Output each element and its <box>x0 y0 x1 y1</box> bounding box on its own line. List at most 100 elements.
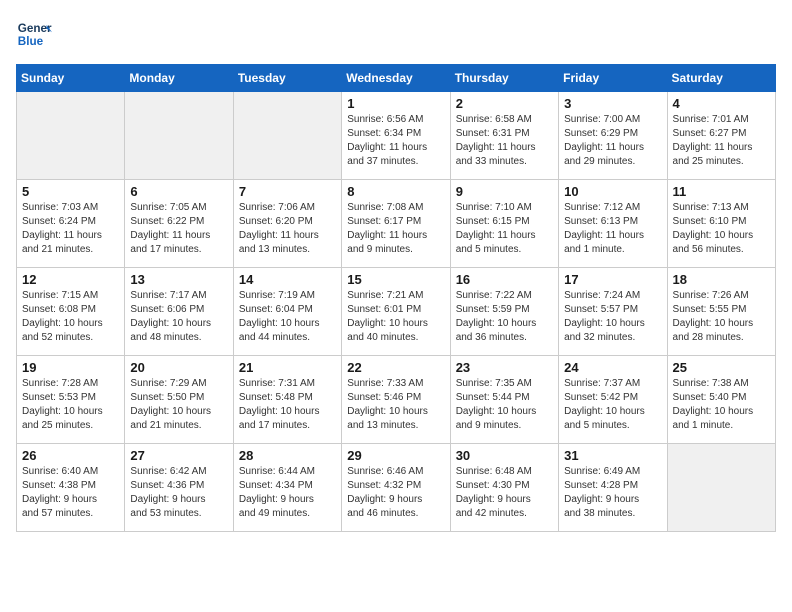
day-info: Sunrise: 7:29 AM Sunset: 5:50 PM Dayligh… <box>130 377 227 433</box>
day-number: 12 <box>22 272 119 287</box>
day-info: Sunrise: 6:44 AM Sunset: 4:34 PM Dayligh… <box>239 465 336 521</box>
day-cell: 28 Sunrise: 6:44 AM Sunset: 4:34 PM Dayli… <box>233 444 341 532</box>
day-cell: 7 Sunrise: 7:06 AM Sunset: 6:20 PM Daylig… <box>233 180 341 268</box>
day-info: Sunrise: 6:49 AM Sunset: 4:28 PM Dayligh… <box>564 465 661 521</box>
weekday-header-row: SundayMondayTuesdayWednesdayThursdayFrid… <box>17 65 776 92</box>
day-info: Sunrise: 6:48 AM Sunset: 4:30 PM Dayligh… <box>456 465 553 521</box>
day-cell: 10Sunrise: 7:12 AM Sunset: 6:13 PM Dayli… <box>559 180 667 268</box>
weekday-header-thursday: Thursday <box>450 65 558 92</box>
day-info: Sunrise: 7:17 AM Sunset: 6:06 PM Dayligh… <box>130 289 227 345</box>
day-cell: 23 Sunrise: 7:35 AM Sunset: 5:44 PM Dayli… <box>450 356 558 444</box>
day-info: Sunrise: 7:31 AM Sunset: 5:48 PM Dayligh… <box>239 377 336 433</box>
day-cell: 6 Sunrise: 7:05 AM Sunset: 6:22 PM Daylig… <box>125 180 233 268</box>
day-number: 25 <box>673 360 770 375</box>
day-number: 14 <box>239 272 336 287</box>
day-cell: 24 Sunrise: 7:37 AM Sunset: 5:42 PM Dayli… <box>559 356 667 444</box>
day-cell: 27 Sunrise: 6:42 AM Sunset: 4:36 PM Dayli… <box>125 444 233 532</box>
day-info: Sunrise: 7:26 AM Sunset: 5:55 PM Dayligh… <box>673 289 770 345</box>
day-cell: 12 Sunrise: 7:15 AM Sunset: 6:08 PM Dayli… <box>17 268 125 356</box>
day-info: Sunrise: 7:21 AM Sunset: 6:01 PM Dayligh… <box>347 289 444 345</box>
day-number: 11 <box>673 184 770 199</box>
day-cell: 13 Sunrise: 7:17 AM Sunset: 6:06 PM Dayli… <box>125 268 233 356</box>
day-number: 16 <box>456 272 553 287</box>
logo-icon: General Blue <box>16 16 52 52</box>
day-info: Sunrise: 7:33 AM Sunset: 5:46 PM Dayligh… <box>347 377 444 433</box>
day-info: Sunrise: 7:38 AM Sunset: 5:40 PM Dayligh… <box>673 377 770 433</box>
day-info: Sunrise: 6:42 AM Sunset: 4:36 PM Dayligh… <box>130 465 227 521</box>
day-cell: 15 Sunrise: 7:21 AM Sunset: 6:01 PM Dayli… <box>342 268 450 356</box>
day-cell: 30 Sunrise: 6:48 AM Sunset: 4:30 PM Dayli… <box>450 444 558 532</box>
day-cell: 9 Sunrise: 7:10 AM Sunset: 6:15 PM Daylig… <box>450 180 558 268</box>
day-number: 1 <box>347 96 444 111</box>
day-number: 24 <box>564 360 661 375</box>
day-cell: 4Sunrise: 7:01 AM Sunset: 6:27 PM Daylig… <box>667 92 775 180</box>
week-row-3: 12 Sunrise: 7:15 AM Sunset: 6:08 PM Dayli… <box>17 268 776 356</box>
day-number: 18 <box>673 272 770 287</box>
day-info: Sunrise: 7:00 AM Sunset: 6:29 PM Dayligh… <box>564 113 661 169</box>
day-number: 31 <box>564 448 661 463</box>
day-cell: 17 Sunrise: 7:24 AM Sunset: 5:57 PM Dayli… <box>559 268 667 356</box>
day-number: 5 <box>22 184 119 199</box>
day-number: 17 <box>564 272 661 287</box>
day-cell: 1 Sunrise: 6:56 AM Sunset: 6:34 PM Daylig… <box>342 92 450 180</box>
day-number: 13 <box>130 272 227 287</box>
day-number: 7 <box>239 184 336 199</box>
logo: General Blue <box>16 16 52 52</box>
day-number: 21 <box>239 360 336 375</box>
day-number: 30 <box>456 448 553 463</box>
day-cell: 26Sunrise: 6:40 AM Sunset: 4:38 PM Dayli… <box>17 444 125 532</box>
day-cell: 21 Sunrise: 7:31 AM Sunset: 5:48 PM Dayli… <box>233 356 341 444</box>
day-cell: 16 Sunrise: 7:22 AM Sunset: 5:59 PM Dayli… <box>450 268 558 356</box>
day-info: Sunrise: 6:56 AM Sunset: 6:34 PM Dayligh… <box>347 113 444 169</box>
day-info: Sunrise: 7:35 AM Sunset: 5:44 PM Dayligh… <box>456 377 553 433</box>
weekday-header-tuesday: Tuesday <box>233 65 341 92</box>
day-number: 8 <box>347 184 444 199</box>
day-info: Sunrise: 7:28 AM Sunset: 5:53 PM Dayligh… <box>22 377 119 433</box>
day-cell: 8 Sunrise: 7:08 AM Sunset: 6:17 PM Daylig… <box>342 180 450 268</box>
day-number: 4 <box>673 96 770 111</box>
day-cell <box>667 444 775 532</box>
day-cell: 2Sunrise: 6:58 AM Sunset: 6:31 PM Daylig… <box>450 92 558 180</box>
weekday-header-monday: Monday <box>125 65 233 92</box>
day-info: Sunrise: 7:05 AM Sunset: 6:22 PM Dayligh… <box>130 201 227 257</box>
day-cell: 20 Sunrise: 7:29 AM Sunset: 5:50 PM Dayli… <box>125 356 233 444</box>
day-cell: 14 Sunrise: 7:19 AM Sunset: 6:04 PM Dayli… <box>233 268 341 356</box>
day-info: Sunrise: 7:06 AM Sunset: 6:20 PM Dayligh… <box>239 201 336 257</box>
day-info: Sunrise: 7:24 AM Sunset: 5:57 PM Dayligh… <box>564 289 661 345</box>
svg-text:Blue: Blue <box>18 35 44 48</box>
day-number: 29 <box>347 448 444 463</box>
week-row-1: 1 Sunrise: 6:56 AM Sunset: 6:34 PM Daylig… <box>17 92 776 180</box>
day-cell: 3Sunrise: 7:00 AM Sunset: 6:29 PM Daylig… <box>559 92 667 180</box>
day-cell: 29 Sunrise: 6:46 AM Sunset: 4:32 PM Dayli… <box>342 444 450 532</box>
day-info: Sunrise: 7:22 AM Sunset: 5:59 PM Dayligh… <box>456 289 553 345</box>
day-number: 26 <box>22 448 119 463</box>
day-number: 28 <box>239 448 336 463</box>
day-cell: 22 Sunrise: 7:33 AM Sunset: 5:46 PM Dayli… <box>342 356 450 444</box>
day-cell <box>233 92 341 180</box>
day-number: 6 <box>130 184 227 199</box>
day-cell: 31 Sunrise: 6:49 AM Sunset: 4:28 PM Dayli… <box>559 444 667 532</box>
day-number: 9 <box>456 184 553 199</box>
day-info: Sunrise: 7:37 AM Sunset: 5:42 PM Dayligh… <box>564 377 661 433</box>
day-number: 2 <box>456 96 553 111</box>
day-number: 27 <box>130 448 227 463</box>
day-cell <box>125 92 233 180</box>
day-info: Sunrise: 7:08 AM Sunset: 6:17 PM Dayligh… <box>347 201 444 257</box>
calendar-table: SundayMondayTuesdayWednesdayThursdayFrid… <box>16 64 776 532</box>
day-info: Sunrise: 7:10 AM Sunset: 6:15 PM Dayligh… <box>456 201 553 257</box>
day-number: 20 <box>130 360 227 375</box>
weekday-header-sunday: Sunday <box>17 65 125 92</box>
day-info: Sunrise: 6:46 AM Sunset: 4:32 PM Dayligh… <box>347 465 444 521</box>
day-number: 22 <box>347 360 444 375</box>
page-header: General Blue <box>16 16 776 52</box>
day-number: 15 <box>347 272 444 287</box>
week-row-5: 26Sunrise: 6:40 AM Sunset: 4:38 PM Dayli… <box>17 444 776 532</box>
day-info: Sunrise: 7:19 AM Sunset: 6:04 PM Dayligh… <box>239 289 336 345</box>
day-cell: 19Sunrise: 7:28 AM Sunset: 5:53 PM Dayli… <box>17 356 125 444</box>
day-info: Sunrise: 7:15 AM Sunset: 6:08 PM Dayligh… <box>22 289 119 345</box>
weekday-header-wednesday: Wednesday <box>342 65 450 92</box>
day-cell <box>17 92 125 180</box>
day-cell: 18 Sunrise: 7:26 AM Sunset: 5:55 PM Dayli… <box>667 268 775 356</box>
day-number: 23 <box>456 360 553 375</box>
week-row-2: 5Sunrise: 7:03 AM Sunset: 6:24 PM Daylig… <box>17 180 776 268</box>
